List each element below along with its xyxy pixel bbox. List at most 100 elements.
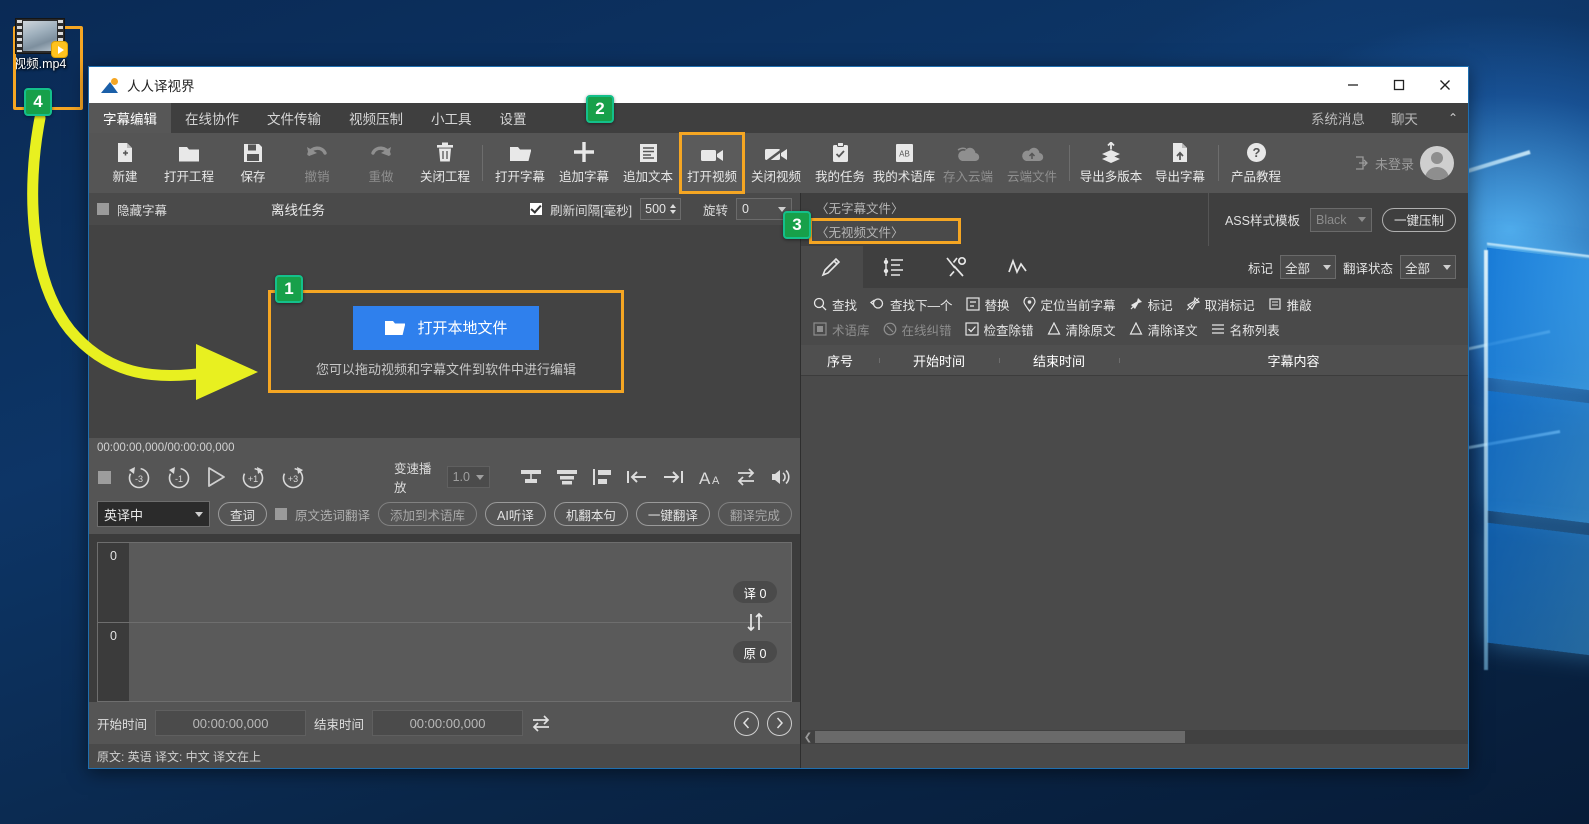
toolbar-my-tasks[interactable]: 我的任务 [808,133,872,193]
toolbar-open-video[interactable]: 打开视频 [679,132,745,194]
desktop-icon-video-mp4[interactable]: 视频.mp4 [9,14,83,110]
toolbar-cloud-files[interactable]: 云端文件 [1000,133,1064,193]
toolbar-add-subtitle[interactable]: 追加字幕 [552,133,616,193]
waveform-tab[interactable] [987,246,1049,288]
original-word-translate-checkbox[interactable] [275,508,288,520]
translated-count-tag[interactable]: 译 0 [732,581,778,603]
toolbar-close-video[interactable]: 关闭视频 [744,133,808,193]
toolbar-save[interactable]: 保存 [221,133,285,193]
toolbar-undo[interactable]: 撤销 [285,133,349,193]
mark-button[interactable]: 标记 [1129,295,1173,314]
horizontal-scrollbar[interactable]: ❮ [801,730,1468,744]
tab-subtitle-edit[interactable]: 字幕编辑 [89,103,171,133]
subtitle-table-body[interactable] [801,375,1468,730]
align-left-icon[interactable] [592,468,612,486]
prev-subtitle-button[interactable] [734,710,759,736]
toolbar-save-cloud[interactable]: 存入云端 [936,133,1000,193]
toolbar-close-project[interactable]: 关闭工程 [413,133,477,193]
scroll-left-arrow-icon[interactable]: ❮ [801,732,815,743]
locate-subtitle-button[interactable]: 定位当前字幕 [1022,295,1116,314]
toolbar-export-subtitle[interactable]: 导出字幕 [1147,133,1213,193]
find-next-button[interactable]: 查找下—个 [870,295,953,314]
next-subtitle-button[interactable] [767,710,792,736]
set-end-icon[interactable] [662,469,684,485]
video-file-name[interactable]: 〈无视频文件〉 [809,218,961,244]
tools-tab[interactable] [925,246,987,288]
original-count-tag[interactable]: 原 0 [732,641,778,663]
align-rows-icon[interactable] [520,468,542,486]
check-errors-button[interactable]: 检查除错 [964,320,1034,339]
machine-translate-line-button[interactable]: 机翻本句 [553,502,628,526]
refresh-interval-input[interactable]: 500 [640,198,681,220]
column-start-time[interactable]: 开始时间 [879,351,999,370]
original-text-input[interactable] [129,621,791,702]
replace-button[interactable]: 替换 [965,295,1010,314]
polish-button[interactable]: 推敲 [1268,295,1312,314]
add-to-glossary-button[interactable]: 添加到术语库 [378,502,478,526]
toolbar-my-glossary[interactable]: AB 我的术语库 [872,133,936,193]
column-subtitle-content[interactable]: 字幕内容 [1119,351,1468,370]
toolbar-add-text[interactable]: 追加文本 [616,133,680,193]
translated-text-input[interactable] [129,543,791,622]
swap-vertical-icon[interactable] [745,612,765,632]
system-messages-link[interactable]: 系统消息 [1311,108,1365,128]
tab-file-transfer[interactable]: 文件传输 [253,103,335,133]
one-click-translate-button[interactable]: 一键翻译 [635,502,710,526]
toolbar-product-guide[interactable]: ? 产品教程 [1224,133,1288,193]
hide-subtitle-checkbox[interactable] [97,203,109,215]
tab-online-collab[interactable]: 在线协作 [171,103,253,133]
refresh-interval-checkbox[interactable] [530,203,543,215]
toolbar-redo[interactable]: 重做 [349,133,413,193]
scrollbar-thumb[interactable] [815,731,1185,743]
lookup-word-button[interactable]: 查词 [218,502,268,526]
set-start-icon[interactable] [626,469,648,485]
toolbar-open-project[interactable]: 打开工程 [157,133,221,193]
volume-icon[interactable] [770,468,792,486]
column-index[interactable]: 序号 [801,351,879,370]
close-button[interactable] [1422,67,1468,103]
mark-filter-select[interactable]: 全部 [1279,255,1336,279]
chat-link[interactable]: 聊天 [1391,108,1418,128]
merge-rows-icon[interactable] [556,468,578,486]
ai-transcribe-button[interactable]: AI听译 [485,502,546,526]
minimize-button[interactable] [1330,67,1376,103]
login-status-label[interactable]: 未登录 [1375,154,1414,173]
open-local-file-button[interactable]: 打开本地文件 [353,305,539,350]
edit-tab[interactable] [801,246,863,288]
toolbar-new[interactable]: 新建 [93,133,157,193]
maximize-button[interactable] [1376,67,1422,103]
forward-3s-button[interactable]: +3 [280,465,306,489]
stop-button[interactable] [97,470,112,485]
column-end-time[interactable]: 结束时间 [999,351,1119,370]
chevron-up-icon[interactable]: ⌃ [1444,111,1458,125]
one-click-compress-button[interactable]: 一键压制 [1381,207,1456,232]
name-list-button[interactable]: 名称列表 [1211,320,1280,339]
end-time-input[interactable]: 00:00:00,000 [372,710,524,736]
language-pair-select[interactable]: 英译中 [97,501,210,527]
spinner-arrows[interactable] [669,204,676,214]
toolbar-export-multi[interactable]: 导出多版本 [1075,133,1147,193]
ass-template-select[interactable]: Black [1309,207,1372,232]
timeline-tab[interactable] [863,246,925,288]
video-preview-area[interactable]: 打开本地文件 您可以拖动视频和字幕文件到软件中进行编辑 [89,225,800,438]
tab-video-compress[interactable]: 视频压制 [335,103,417,133]
unmark-button[interactable]: 取消标记 [1186,295,1255,314]
swap-icon[interactable] [736,468,756,486]
clear-translation-button[interactable]: 清除译文 [1129,320,1198,339]
play-button[interactable] [206,466,226,488]
find-button[interactable]: 查找 [813,295,857,314]
tab-settings[interactable]: 设置 [486,103,541,133]
rewind-1s-button[interactable]: -1 [166,465,192,489]
rewind-3s-button[interactable]: -3 [126,465,152,489]
sync-icon[interactable] [531,714,551,732]
toolbar-open-subtitle[interactable]: 打开字幕 [488,133,552,193]
avatar[interactable] [1420,146,1454,180]
start-time-input[interactable]: 00:00:00,000 [155,710,307,736]
font-size-icon[interactable]: AA [698,468,722,486]
forward-1s-button[interactable]: +1 [240,465,266,489]
clear-original-button[interactable]: 清除原文 [1047,320,1116,339]
playback-speed-select[interactable]: 1.0 [446,466,490,488]
translation-complete-button[interactable]: 翻译完成 [717,502,792,526]
glossary-button[interactable]: 术语库 [813,320,870,339]
tab-tools[interactable]: 小工具 [417,103,486,133]
